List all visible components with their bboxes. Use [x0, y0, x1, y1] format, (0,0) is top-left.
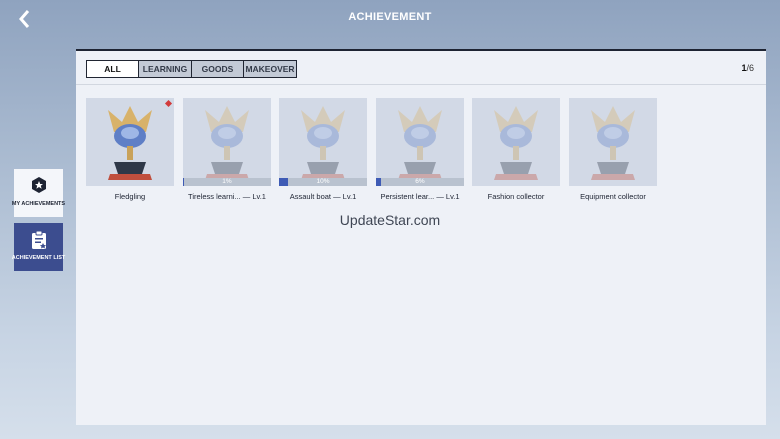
achievement-panel: ALL LEARNING GOODS MAKEOVER 1/6 Fledglin… [76, 49, 766, 425]
achievement-card-equipment-collector[interactable]: Equipment collector [569, 98, 657, 201]
progress-label: 6% [415, 178, 425, 185]
medal-icon [31, 177, 46, 193]
top-bar: ACHIEVEMENT [0, 0, 780, 40]
page-title: ACHIEVEMENT [348, 11, 432, 23]
achievement-name: Persistent lear... — Lv.1 [380, 192, 460, 201]
progress-label: 1% [222, 178, 232, 185]
achievement-list-label: ACHIEVEMENT LIST [11, 255, 66, 261]
divider [76, 84, 766, 85]
achievement-tile [472, 98, 560, 186]
progress-bar: 1% [183, 178, 271, 186]
achievement-card-fashion-collector[interactable]: Fashion collector [472, 98, 560, 201]
trophy-icon [398, 106, 442, 180]
clipboard-icon [31, 231, 46, 249]
achievement-name: Assault boat — Lv.1 [289, 192, 357, 201]
achievement-name: Tireless learni... — Lv.1 [188, 192, 266, 201]
achievement-list-button[interactable]: ACHIEVEMENT LIST [11, 223, 66, 271]
achievement-name: Fledgling [114, 192, 146, 201]
trophy-icon [494, 106, 538, 180]
page-total: /6 [746, 63, 754, 73]
trophy-icon [205, 106, 249, 180]
achievement-tile [569, 98, 657, 186]
tab-makeover[interactable]: MAKEOVER [243, 61, 296, 77]
page-indicator: 1/6 [741, 63, 754, 73]
trophy-icon [591, 106, 635, 180]
achievement-card-persistent-learning[interactable]: 6% Persistent lear... — Lv.1 [376, 98, 464, 201]
achievement-name: Equipment collector [580, 192, 646, 201]
tab-all[interactable]: ALL [87, 61, 138, 77]
category-tabs: ALL LEARNING GOODS MAKEOVER [86, 60, 297, 78]
achievement-tile: 1% [183, 98, 271, 186]
my-achievements-button[interactable]: MY ACHIEVEMENTS [11, 169, 66, 217]
achievement-card-tireless-learning[interactable]: 1% Tireless learni... — Lv.1 [183, 98, 271, 201]
achievement-name: Fashion collector [487, 192, 545, 201]
achievement-tile [86, 98, 174, 186]
my-achievements-label: MY ACHIEVEMENTS [11, 201, 66, 207]
trophy-icon [301, 106, 345, 180]
tab-goods[interactable]: GOODS [191, 61, 243, 77]
watermark: UpdateStar.com [339, 212, 441, 228]
achievement-tile: 6% [376, 98, 464, 186]
achievement-tile: 10% [279, 98, 367, 186]
progress-label: 10% [316, 178, 330, 185]
trophy-icon [108, 106, 152, 180]
achievement-card-fledgling[interactable]: Fledgling [86, 98, 174, 201]
progress-bar: 10% [279, 178, 367, 186]
tab-learning[interactable]: LEARNING [138, 61, 191, 77]
achievement-card-assault-boat[interactable]: 10% Assault boat — Lv.1 [279, 98, 367, 201]
progress-bar: 6% [376, 178, 464, 186]
